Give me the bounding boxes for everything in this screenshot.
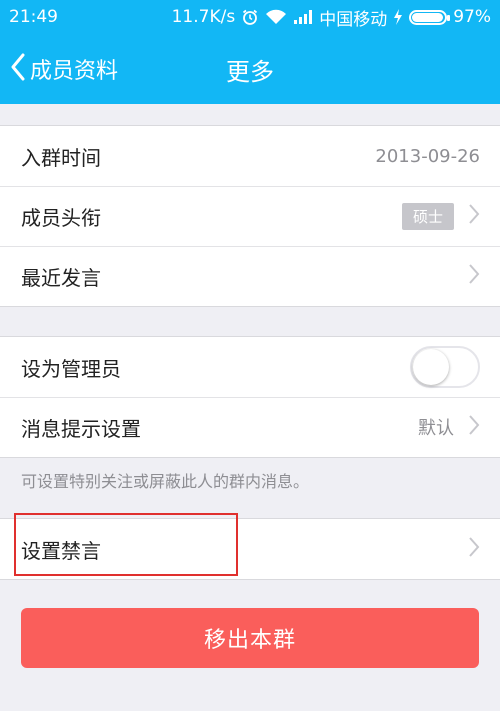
mute-group: 设置禁言 — [0, 518, 500, 580]
remove-from-group-button[interactable]: 移出本群 — [21, 608, 479, 668]
battery-icon — [409, 9, 451, 25]
alarm-icon — [241, 8, 259, 26]
set-admin-toggle[interactable] — [410, 346, 480, 388]
mute-label: 设置禁言 — [21, 538, 101, 563]
join-time-row: 入群时间 2013-09-26 — [0, 126, 500, 186]
status-indicators: 11.7K/s 中国移动 97% — [172, 5, 491, 30]
toggle-knob — [413, 349, 449, 385]
join-time-label: 入群时间 — [21, 145, 101, 170]
member-title-row[interactable]: 成员头衔 硕士 — [0, 186, 500, 246]
message-setting-label: 消息提示设置 — [21, 416, 141, 441]
chevron-right-icon — [468, 263, 480, 289]
charging-icon — [393, 9, 403, 25]
message-setting-hint: 可设置特别关注或屏蔽此人的群内消息。 — [21, 472, 310, 491]
member-title-badge: 硕士 — [401, 202, 454, 230]
message-setting-value: 默认 — [418, 418, 454, 439]
message-setting-row[interactable]: 消息提示设置 默认 — [0, 397, 500, 457]
nav-bar: 成员资料 更多 — [0, 34, 500, 104]
admin-settings-group: 设为管理员 消息提示设置 默认 — [0, 336, 500, 458]
chevron-right-icon — [468, 536, 480, 562]
member-info-group: 入群时间 2013-09-26 成员头衔 硕士 最近发言 — [0, 125, 500, 307]
chevron-right-icon — [468, 203, 480, 229]
wifi-icon — [265, 9, 287, 25]
battery-percent: 97% — [453, 7, 491, 27]
signal-icon — [293, 9, 313, 25]
carrier-name: 中国移动 — [319, 9, 388, 30]
set-admin-label: 设为管理员 — [21, 356, 121, 381]
recent-posts-label: 最近发言 — [21, 265, 101, 290]
recent-posts-row[interactable]: 最近发言 — [0, 246, 500, 306]
chevron-left-icon — [10, 53, 26, 85]
member-title-label: 成员头衔 — [21, 205, 101, 230]
set-admin-row: 设为管理员 — [0, 337, 500, 397]
status-time: 21:49 — [9, 7, 58, 27]
back-button[interactable]: 成员资料 — [10, 34, 118, 104]
join-time-value: 2013-09-26 — [375, 145, 480, 167]
net-speed: 11.7K/s — [171, 7, 236, 27]
chevron-right-icon — [468, 414, 480, 440]
status-bar: 21:49 11.7K/s 中国移动 97% — [0, 0, 500, 34]
back-label: 成员资料 — [30, 59, 119, 84]
mute-row[interactable]: 设置禁言 — [0, 519, 500, 579]
